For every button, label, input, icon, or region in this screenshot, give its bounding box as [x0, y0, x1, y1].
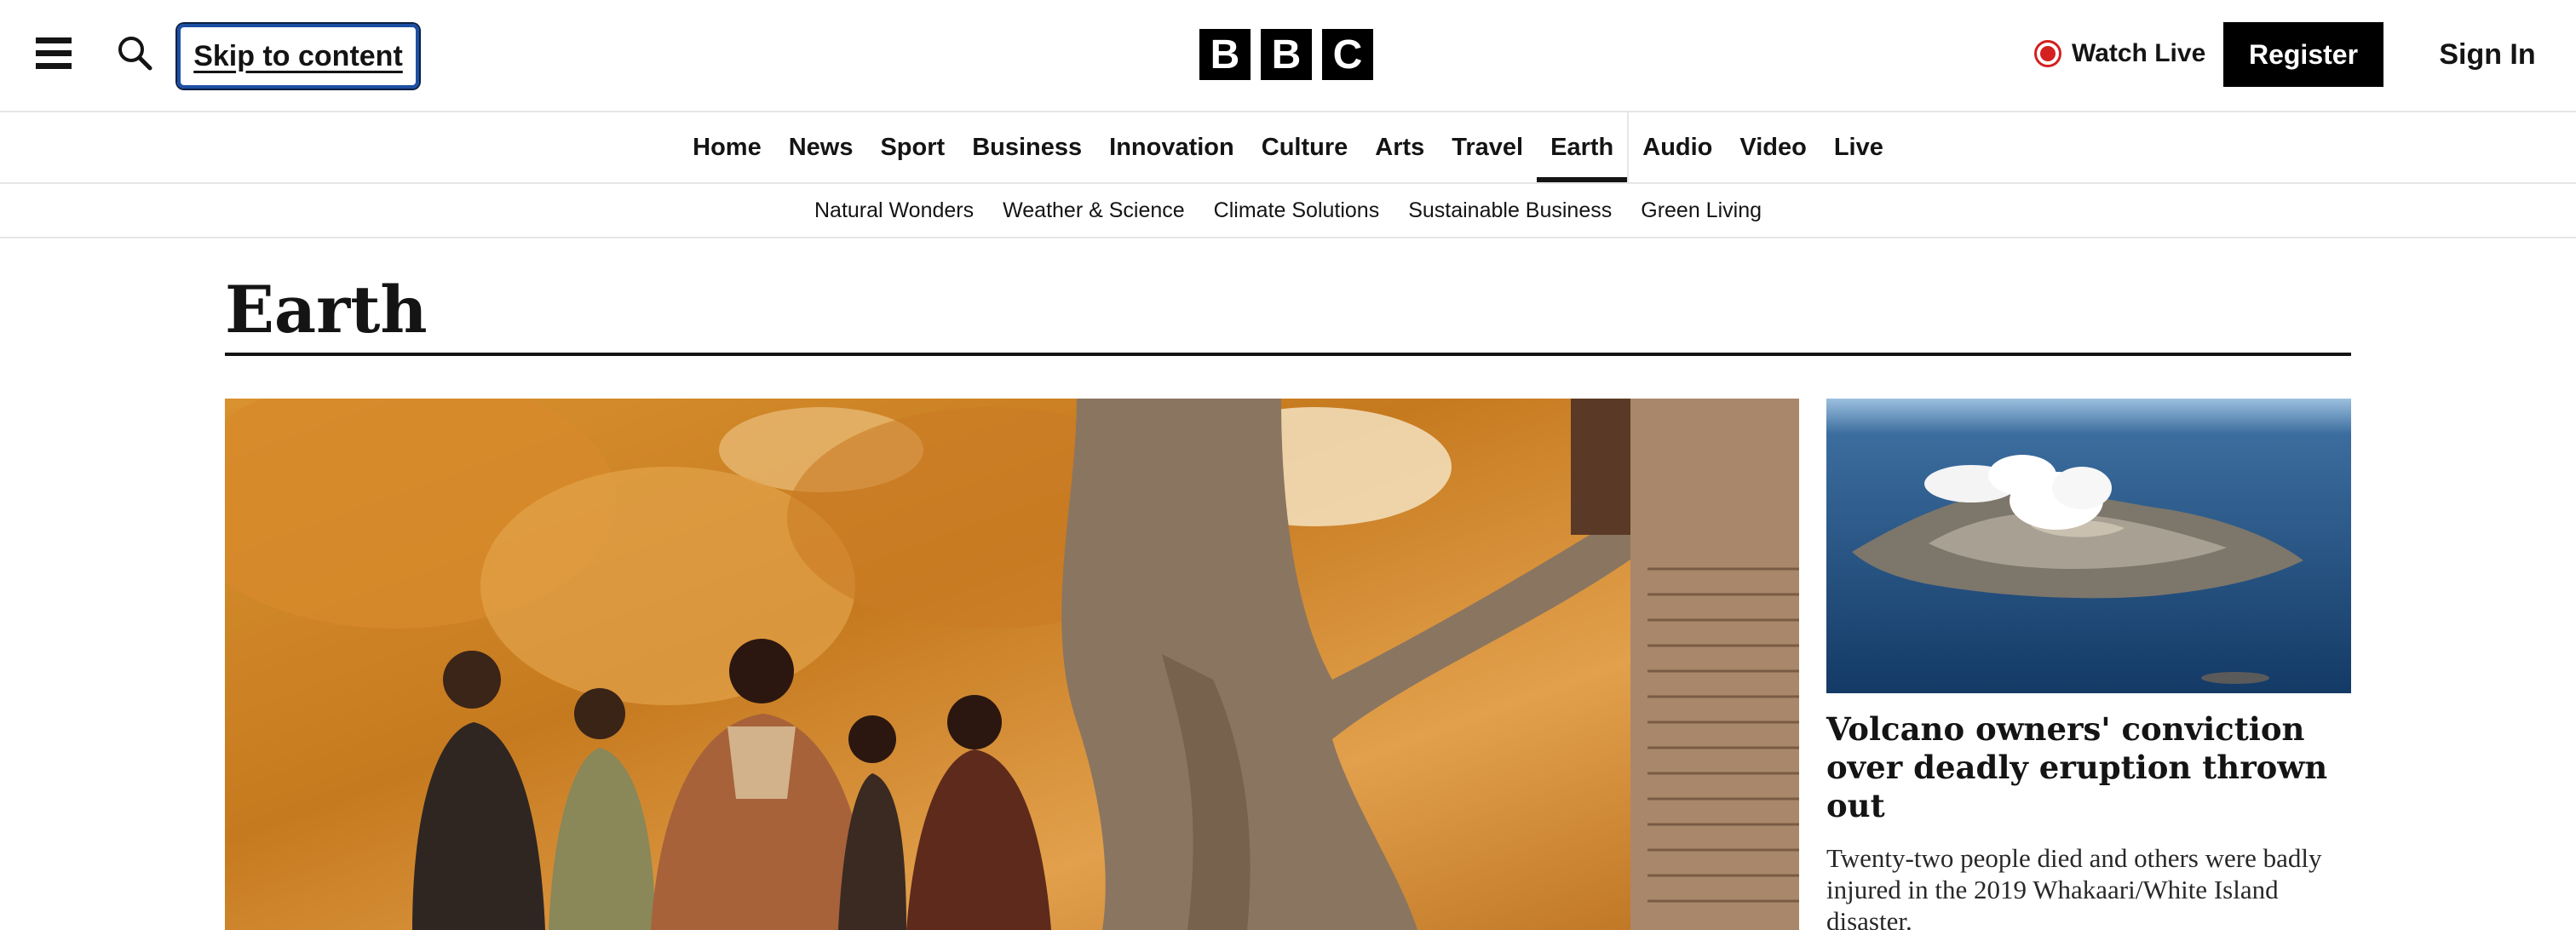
watch-live-label: Watch Live	[2072, 39, 2206, 67]
live-indicator-icon	[2034, 40, 2061, 67]
nav-item-home[interactable]: Home	[679, 112, 775, 182]
bbc-logo[interactable]: B B C	[1199, 29, 1373, 80]
nav-item-business[interactable]: Business	[958, 112, 1095, 182]
nav-item-culture[interactable]: Culture	[1248, 112, 1362, 182]
nav-item-news[interactable]: News	[775, 112, 867, 182]
earth-sub-nav: Natural Wonders Weather & Science Climat…	[0, 184, 2576, 238]
nav-item-audio[interactable]: Audio	[1627, 112, 1726, 182]
nav-item-sport[interactable]: Sport	[866, 112, 958, 182]
hamburger-menu-icon[interactable]	[36, 37, 72, 70]
hero-image[interactable]	[225, 399, 1799, 930]
side-story-headline[interactable]: Volcano owners' conviction over deadly e…	[1826, 710, 2351, 825]
top-header: Skip to content B B C Watch Live Registe…	[0, 0, 2576, 112]
side-story-card[interactable]: Volcano owners' conviction over deadly e…	[1826, 399, 2351, 930]
nav-item-earth[interactable]: Earth	[1537, 112, 1628, 182]
nav-item-live[interactable]: Live	[1820, 112, 1897, 182]
sign-in-button[interactable]: Sign In	[2428, 22, 2547, 87]
sub-nav-weather-science[interactable]: Weather & Science	[1003, 198, 1185, 223]
search-icon[interactable]	[116, 34, 155, 73]
skip-to-content-link[interactable]: Skip to content	[177, 24, 419, 89]
page-title: Earth	[225, 272, 428, 347]
sub-nav-green-living[interactable]: Green Living	[1641, 198, 1762, 223]
watch-live-link[interactable]: Watch Live	[2034, 34, 2205, 73]
sub-nav-sustainable-business[interactable]: Sustainable Business	[1408, 198, 1612, 223]
volcano-island-image[interactable]	[1826, 399, 2351, 693]
sub-nav-natural-wonders[interactable]: Natural Wonders	[814, 198, 974, 223]
logo-letter-b2: B	[1261, 29, 1312, 80]
side-story-summary: Twenty-two people died and others were b…	[1826, 843, 2322, 930]
sub-nav-climate-solutions[interactable]: Climate Solutions	[1214, 198, 1380, 223]
nav-item-travel[interactable]: Travel	[1438, 112, 1537, 182]
register-button[interactable]: Register	[2223, 22, 2383, 87]
logo-letter-c: C	[1322, 29, 1373, 80]
nav-item-arts[interactable]: Arts	[1361, 112, 1438, 182]
nav-item-innovation[interactable]: Innovation	[1095, 112, 1248, 182]
title-divider	[225, 353, 2351, 356]
logo-letter-b1: B	[1199, 29, 1251, 80]
primary-nav: Home News Sport Business Innovation Cult…	[0, 112, 2576, 184]
nav-item-video[interactable]: Video	[1726, 112, 1820, 182]
